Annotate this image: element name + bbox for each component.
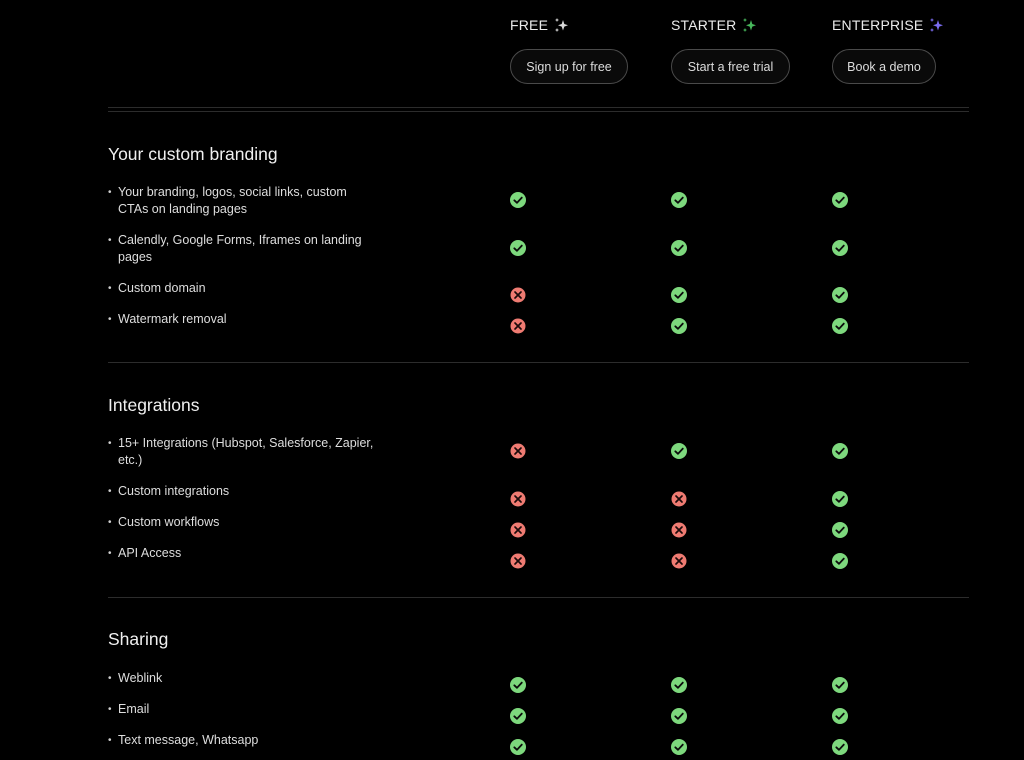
check-circle-icon	[510, 708, 526, 724]
check-circle-icon	[671, 739, 687, 755]
check-circle-icon	[832, 677, 848, 693]
sparkle-icon	[741, 17, 757, 33]
section-divider	[108, 597, 969, 598]
plan-name-row: STARTER	[671, 16, 757, 34]
check-circle-icon	[671, 708, 687, 724]
x-circle-icon	[671, 553, 687, 569]
check-circle-icon	[832, 192, 848, 208]
feature-label: Watermark removal	[108, 311, 378, 328]
x-circle-icon	[510, 491, 526, 507]
check-circle-icon	[510, 240, 526, 256]
plan-header-starter: STARTER Start a free trial	[671, 16, 790, 84]
x-circle-icon	[671, 522, 687, 538]
check-circle-icon	[510, 677, 526, 693]
plan-name-row: FREE	[510, 16, 569, 34]
feature-label: 15+ Integrations (Hubspot, Salesforce, Z…	[108, 435, 378, 469]
check-circle-icon	[832, 739, 848, 755]
header-divider	[108, 107, 969, 108]
feature-label: API Access	[108, 545, 378, 562]
feature-label: Calendly, Google Forms, Iframes on landi…	[108, 232, 378, 266]
check-circle-icon	[832, 522, 848, 538]
plan-name: FREE	[510, 17, 549, 33]
plan-cta-button-free[interactable]: Sign up for free	[510, 49, 628, 84]
section-divider	[108, 362, 969, 363]
feature-label: Custom integrations	[108, 483, 378, 500]
plan-name-row: ENTERPRISE	[832, 16, 944, 34]
plan-name: ENTERPRISE	[832, 17, 924, 33]
plan-name: STARTER	[671, 17, 737, 33]
feature-label: Custom workflows	[108, 514, 378, 531]
check-circle-icon	[671, 287, 687, 303]
check-circle-icon	[832, 240, 848, 256]
feature-label: Custom domain	[108, 280, 378, 297]
x-circle-icon	[510, 553, 526, 569]
check-circle-icon	[671, 443, 687, 459]
section-title: Integrations	[108, 395, 200, 415]
check-circle-icon	[510, 739, 526, 755]
feature-label: Text message, Whatsapp	[108, 732, 378, 749]
check-circle-icon	[832, 491, 848, 507]
x-circle-icon	[671, 491, 687, 507]
x-circle-icon	[510, 318, 526, 334]
check-circle-icon	[671, 240, 687, 256]
check-circle-icon	[671, 318, 687, 334]
check-circle-icon	[832, 443, 848, 459]
plan-cta-button-starter[interactable]: Start a free trial	[671, 49, 790, 84]
check-circle-icon	[671, 192, 687, 208]
check-circle-icon	[832, 708, 848, 724]
header-divider	[108, 111, 969, 112]
check-circle-icon	[832, 553, 848, 569]
check-circle-icon	[510, 192, 526, 208]
x-circle-icon	[510, 287, 526, 303]
section-title: Sharing	[108, 629, 169, 649]
sparkle-icon	[553, 17, 569, 33]
plan-cta-button-enterprise[interactable]: Book a demo	[832, 49, 936, 84]
check-circle-icon	[832, 318, 848, 334]
sparkle-icon	[928, 17, 944, 33]
feature-label: Your branding, logos, social links, cust…	[108, 184, 378, 218]
x-circle-icon	[510, 522, 526, 538]
feature-label: Email	[108, 701, 378, 718]
feature-label: Weblink	[108, 670, 378, 687]
section-title: Your custom branding	[108, 144, 278, 164]
x-circle-icon	[510, 443, 526, 459]
plan-header-enterprise: ENTERPRISE Book a demo	[832, 16, 944, 84]
plan-header-free: FREE Sign up for free	[510, 16, 628, 84]
check-circle-icon	[832, 287, 848, 303]
check-circle-icon	[671, 677, 687, 693]
